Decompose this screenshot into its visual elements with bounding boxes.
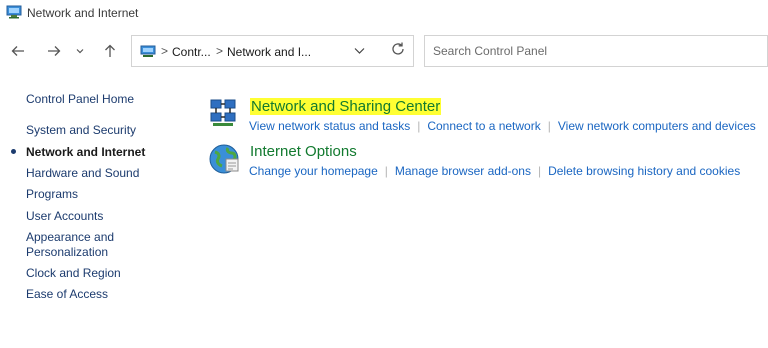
change-homepage-link[interactable]: Change your homepage <box>249 164 378 178</box>
breadcrumb-separator: > <box>216 44 224 58</box>
sidebar-item-network-and-internet: Network and Internet <box>26 145 146 159</box>
sidebar-item-system-and-security[interactable]: System and Security <box>26 123 136 138</box>
sidebar-item-hardware-and-sound[interactable]: Hardware and Sound <box>26 166 139 181</box>
chevron-down-icon <box>76 49 84 54</box>
up-button[interactable] <box>100 41 120 61</box>
address-bar[interactable]: > Contr... > Network and I... <box>131 35 414 67</box>
link-divider: | <box>417 119 421 133</box>
title-bar: Network and Internet <box>0 0 768 26</box>
refresh-icon <box>392 42 404 55</box>
navigation-bar: > Contr... > Network and I... <box>0 32 768 72</box>
internet-options-tasks: Change your homepage | Manage browser add-… <box>249 164 740 178</box>
address-dropdown-button[interactable] <box>354 44 365 58</box>
delete-browsing-history-link[interactable]: Delete browsing history and cookies <box>548 164 740 178</box>
breadcrumb-network-and-internet[interactable]: Network and I... <box>227 45 311 59</box>
arrow-right-icon <box>48 46 61 56</box>
internet-options-link[interactable]: Internet Options <box>250 143 357 160</box>
breadcrumb-control-panel[interactable]: Contr... <box>172 45 211 59</box>
manage-add-ons-link[interactable]: Manage browser add-ons <box>395 164 531 178</box>
network-sharing-icon <box>210 99 236 126</box>
arrow-left-icon <box>11 46 24 56</box>
network-and-sharing-center-link[interactable]: Network and Sharing Center <box>250 98 442 115</box>
search-box[interactable] <box>424 35 768 67</box>
chevron-down-icon <box>354 48 365 54</box>
forward-button[interactable] <box>44 41 64 61</box>
active-item-bullet <box>11 149 16 154</box>
control-panel-network-icon <box>6 5 22 19</box>
recent-locations-button[interactable] <box>73 41 87 61</box>
sidebar-item-ease-of-access[interactable]: Ease of Access <box>26 287 108 302</box>
internet-options-globe-icon <box>209 144 239 174</box>
sidebar-item-control-panel-home[interactable]: Control Panel Home <box>26 92 134 107</box>
link-divider: | <box>384 164 388 178</box>
sidebar-item-user-accounts[interactable]: User Accounts <box>26 209 103 224</box>
back-button[interactable] <box>8 41 28 61</box>
search-input[interactable] <box>431 36 755 66</box>
window-title: Network and Internet <box>27 6 139 20</box>
network-and-sharing-center-tasks: View network status and tasks | Connect to… <box>249 119 756 133</box>
view-network-computers-link[interactable]: View network computers and devices <box>558 119 756 133</box>
link-divider: | <box>547 119 551 133</box>
sidebar-item-programs[interactable]: Programs <box>26 187 78 202</box>
sidebar-item-appearance-and-personalization[interactable]: Appearance and Personalization <box>26 230 126 260</box>
sidebar-item-clock-and-region[interactable]: Clock and Region <box>26 266 121 281</box>
breadcrumb-separator: > <box>161 44 169 58</box>
control-panel-network-icon <box>140 45 156 57</box>
link-divider: | <box>537 164 542 178</box>
refresh-button[interactable] <box>390 41 406 62</box>
arrow-up-icon <box>105 44 115 57</box>
connect-to-network-link[interactable]: Connect to a network <box>427 119 540 133</box>
view-network-status-link[interactable]: View network status and tasks <box>249 119 410 133</box>
